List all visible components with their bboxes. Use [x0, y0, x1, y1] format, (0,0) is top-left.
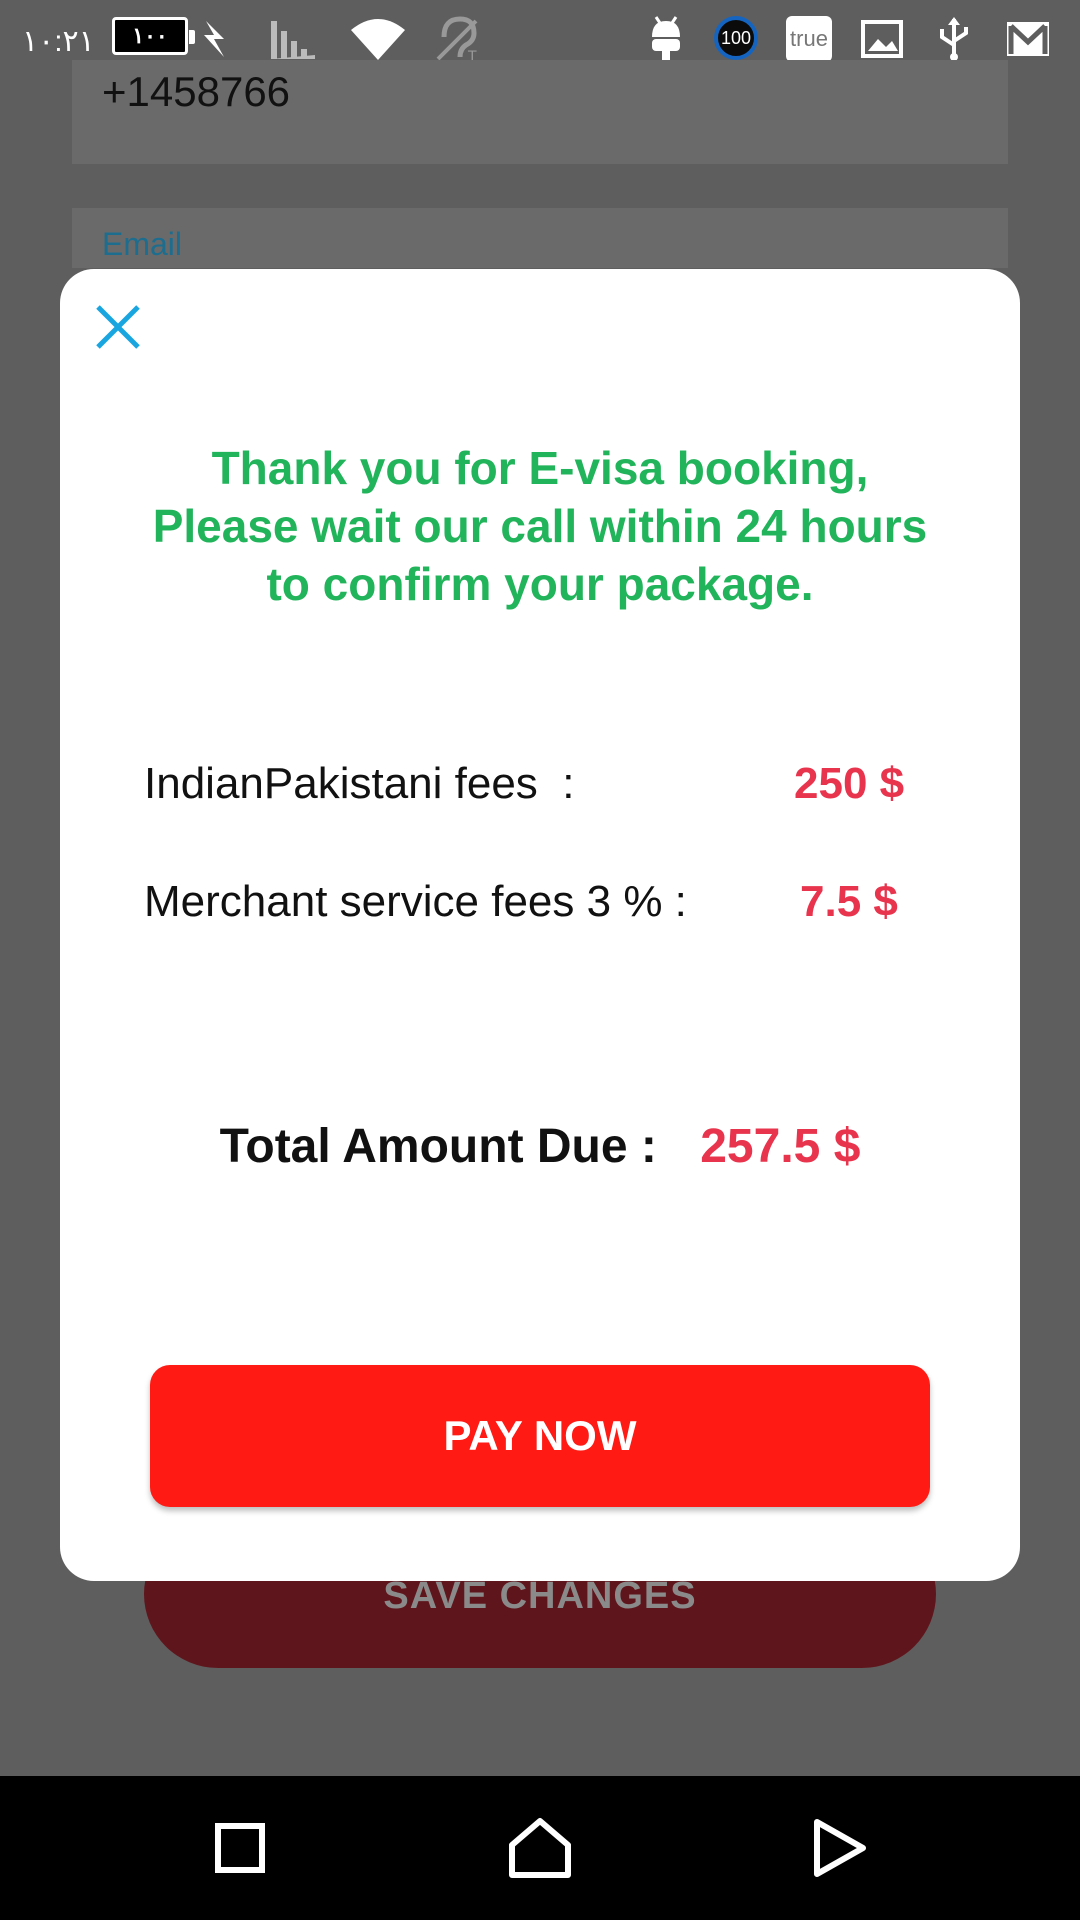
- fee-label: IndianPakistani fees :: [144, 759, 575, 808]
- fee-row: Merchant service fees 3 % : 7.5 $: [144, 877, 944, 937]
- usb-icon: [932, 14, 976, 64]
- home-icon: [509, 1818, 571, 1878]
- total-value: 257.5 $: [700, 1120, 861, 1173]
- wifi-icon: [348, 14, 408, 64]
- phone-value: +1458766: [102, 68, 291, 115]
- fee-value: 250 $: [794, 759, 905, 808]
- save-changes-label: SAVE CHANGES: [383, 1575, 697, 1617]
- phone-field[interactable]: +1458766: [72, 60, 1008, 164]
- gmail-icon: [1004, 14, 1052, 64]
- back-icon: [814, 1819, 866, 1877]
- signal-icon: [268, 14, 318, 64]
- true-badge-text: true: [790, 26, 828, 51]
- close-button[interactable]: [90, 299, 146, 355]
- fee-value: 7.5 $: [800, 877, 898, 926]
- close-icon: [96, 305, 140, 349]
- message-line-2: Please wait our call within 24 hours: [152, 500, 928, 552]
- recent-apps-button[interactable]: [198, 1806, 282, 1890]
- message-line-1: Thank you for E-visa booking,: [211, 442, 869, 494]
- recent-apps-icon: [215, 1823, 265, 1873]
- true-badge-icon: true: [786, 16, 832, 62]
- booking-confirmation-dialog: Thank you for E-visa booking, Please wai…: [60, 269, 1020, 1581]
- badge-100-icon: 100: [714, 16, 758, 60]
- battery-level: ١٠٠: [132, 23, 168, 48]
- charging-icon: [200, 14, 230, 64]
- email-field[interactable]: Email: [72, 208, 1008, 268]
- navigation-bar: [0, 1776, 1080, 1920]
- android-icon: [644, 14, 688, 64]
- status-time: ١٠:٢١: [22, 24, 95, 58]
- message-line-3: to confirm your package.: [266, 558, 814, 610]
- email-label: Email: [102, 226, 183, 262]
- total-label: Total Amount Due :: [219, 1120, 657, 1173]
- fee-label: Merchant service fees 3 % :: [144, 877, 687, 926]
- thank-you-message: Thank you for E-visa booking, Please wai…: [120, 439, 960, 613]
- image-icon: [858, 14, 906, 64]
- back-button[interactable]: [798, 1806, 882, 1890]
- fee-row: IndianPakistani fees : 250 $: [144, 759, 944, 819]
- badge-100-text: 100: [720, 27, 752, 48]
- total-amount-row: Total Amount Due : 257.5 $: [60, 1119, 1020, 1174]
- hearing-icon: T: [432, 14, 486, 64]
- battery-icon: ١٠٠: [112, 17, 195, 55]
- home-button[interactable]: [498, 1806, 582, 1890]
- pay-now-button[interactable]: PAY NOW: [150, 1365, 930, 1507]
